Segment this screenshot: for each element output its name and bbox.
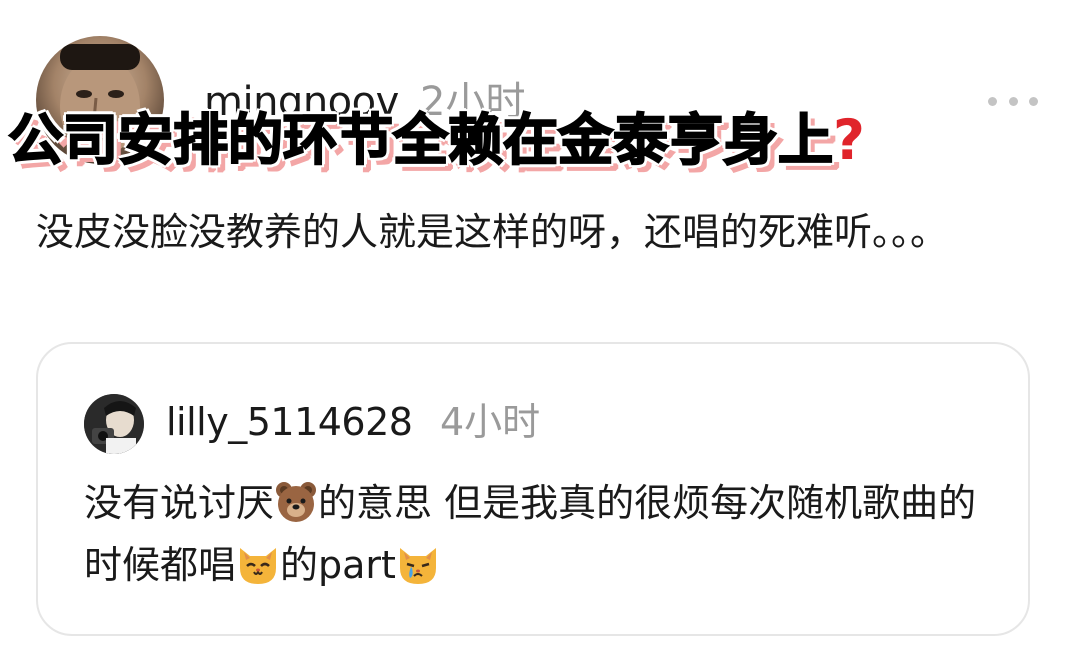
red-question-mark-icon: ? — [833, 108, 865, 172]
overlay-headline-text: 公司安排的环节全赖在金泰亨身上 — [7, 107, 834, 173]
reply-body-text: 没有说讨厌 的意思 但是我真的很烦每次随机歌曲的时候都唱 的part — [84, 472, 984, 596]
quoted-reply-card[interactable]: lilly_5114628 4小时 没有说讨厌 的意思 但是我真的很烦每次随机歌… — [36, 342, 1030, 636]
reply-text-segment: 的part — [280, 543, 396, 587]
crying-cat-face-icon — [396, 542, 440, 586]
post-body-text: 没皮没脸没教养的人就是这样的呀，还唱的死难听。。。 — [36, 210, 949, 254]
avatar-photo-icon — [84, 394, 144, 454]
bear-face-icon — [274, 480, 318, 524]
overlay-headline: 公司安排的环节全赖在金泰亨身上? — [7, 100, 1072, 180]
reply-timestamp: 4小时 — [440, 400, 541, 444]
reply-author-username[interactable]: lilly_5114628 — [166, 398, 413, 446]
cat-face-icon — [236, 542, 280, 586]
reply-author-avatar[interactable] — [84, 394, 144, 454]
reply-text-segment: 没有说讨厌 — [84, 481, 275, 525]
